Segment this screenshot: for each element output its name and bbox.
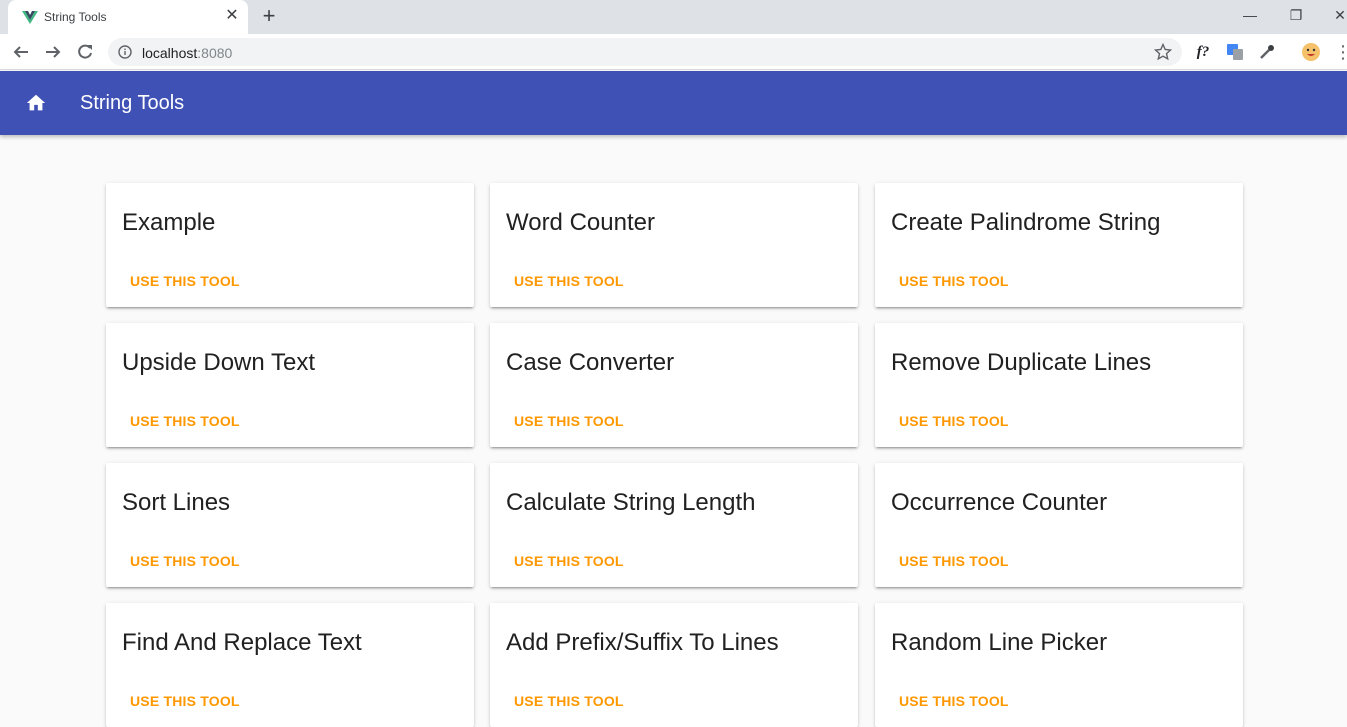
avatar-emoji-icon <box>1302 43 1320 61</box>
tool-card: Calculate String Length USE THIS TOOL <box>490 463 858 587</box>
browser-tab[interactable]: String Tools ✕ <box>8 0 248 34</box>
tool-card-title: Upside Down Text <box>122 349 315 376</box>
profile-avatar[interactable] <box>1301 42 1321 62</box>
tool-card: Find And Replace Text USE THIS TOOL <box>106 603 474 727</box>
menu-kebab-icon[interactable]: ⋮ <box>1333 42 1347 62</box>
app-bar: String Tools <box>0 71 1347 135</box>
tool-card: Word Counter USE THIS TOOL <box>490 183 858 307</box>
new-tab-button[interactable]: + <box>258 5 280 28</box>
formula-extension-icon[interactable]: f? <box>1193 42 1213 62</box>
browser-toolbar: localhost:8080 f? ⋮ <box>0 34 1347 70</box>
eyedropper-icon <box>1260 45 1274 59</box>
use-tool-button[interactable]: USE THIS TOOL <box>506 267 632 295</box>
use-tool-button[interactable]: USE THIS TOOL <box>891 267 1017 295</box>
tool-card: Random Line Picker USE THIS TOOL <box>875 603 1243 727</box>
use-tool-button[interactable]: USE THIS TOOL <box>891 687 1017 715</box>
tool-card: Sort Lines USE THIS TOOL <box>106 463 474 587</box>
use-tool-button[interactable]: USE THIS TOOL <box>122 407 248 435</box>
tool-card: Remove Duplicate Lines USE THIS TOOL <box>875 323 1243 447</box>
use-tool-button[interactable]: USE THIS TOOL <box>506 407 632 435</box>
url-host: localhost <box>142 45 198 61</box>
eyedropper-extension-icon[interactable] <box>1257 42 1277 62</box>
forward-button[interactable] <box>40 39 66 65</box>
reload-button[interactable] <box>72 39 98 65</box>
app-title: String Tools <box>80 92 185 114</box>
tool-card-title: Occurrence Counter <box>891 489 1108 516</box>
translate-icon <box>1227 44 1243 60</box>
use-tool-button[interactable]: USE THIS TOOL <box>122 687 248 715</box>
back-button[interactable] <box>8 39 34 65</box>
arrow-left-icon <box>13 46 28 58</box>
restore-button[interactable]: ❐ <box>1284 4 1308 26</box>
tool-card-title: Remove Duplicate Lines <box>891 349 1152 376</box>
arrow-right-icon <box>46 46 61 58</box>
url-port: :8080 <box>197 45 233 61</box>
tool-card-title: Add Prefix/Suffix To Lines <box>506 629 779 656</box>
use-tool-button[interactable]: USE THIS TOOL <box>122 547 248 575</box>
tool-card: Example USE THIS TOOL <box>106 183 474 307</box>
tool-card-title: Calculate String Length <box>506 489 756 516</box>
url-text: localhost:8080 <box>142 45 232 61</box>
tab-close-icon[interactable]: ✕ <box>224 8 240 24</box>
use-tool-button[interactable]: USE THIS TOOL <box>506 547 632 575</box>
info-icon <box>118 45 132 59</box>
tool-card-title: Create Palindrome String <box>891 209 1161 236</box>
tool-card: Create Palindrome String USE THIS TOOL <box>875 183 1243 307</box>
bookmark-star-icon[interactable] <box>1154 43 1172 61</box>
tool-card: Occurrence Counter USE THIS TOOL <box>875 463 1243 587</box>
tool-card-title: Case Converter <box>506 349 675 376</box>
tool-card: Add Prefix/Suffix To Lines USE THIS TOOL <box>490 603 858 727</box>
use-tool-button[interactable]: USE THIS TOOL <box>891 407 1017 435</box>
tool-card: Upside Down Text USE THIS TOOL <box>106 323 474 447</box>
browser-tab-strip: String Tools ✕ + — ❐ ✕ <box>0 0 1347 34</box>
tab-title: String Tools <box>44 10 107 24</box>
vue-logo-icon <box>22 11 38 24</box>
home-icon <box>26 94 46 111</box>
tool-card-title: Sort Lines <box>122 489 231 516</box>
tool-card-title: Word Counter <box>506 209 655 236</box>
close-window-button[interactable]: ✕ <box>1328 4 1347 26</box>
tool-card-title: Find And Replace Text <box>122 629 362 656</box>
use-tool-button[interactable]: USE THIS TOOL <box>891 547 1017 575</box>
use-tool-button[interactable]: USE THIS TOOL <box>506 687 632 715</box>
use-tool-button[interactable]: USE THIS TOOL <box>122 267 248 295</box>
tool-card-title: Example <box>122 209 216 236</box>
home-button[interactable] <box>20 87 52 119</box>
address-bar[interactable]: localhost:8080 <box>108 38 1182 66</box>
reload-icon <box>78 44 92 59</box>
minimize-button[interactable]: — <box>1238 4 1262 26</box>
translate-extension-icon[interactable] <box>1225 42 1245 62</box>
tool-card-title: Random Line Picker <box>891 629 1108 656</box>
tool-card: Case Converter USE THIS TOOL <box>490 323 858 447</box>
